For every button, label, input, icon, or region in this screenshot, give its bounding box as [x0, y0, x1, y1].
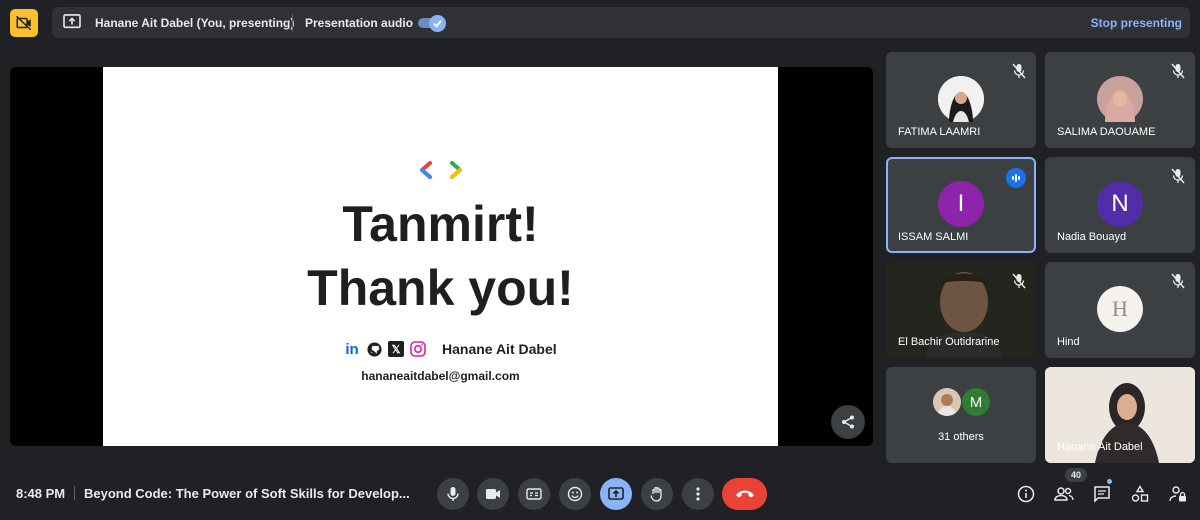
participant-tile-active-speaker[interactable]: I ISSAM SALMI [886, 157, 1036, 253]
chat-button[interactable] [1090, 482, 1114, 506]
toggle-knob [429, 15, 446, 32]
slide-title-line1: Tanmirt! [342, 196, 539, 252]
social-links: in 𝕏 Hanane Ait Dabel [344, 340, 557, 358]
participant-count-badge: 40 [1065, 468, 1087, 482]
others-avatar-initial: M [962, 388, 990, 416]
participant-name: El Bachir Outidrarine [898, 336, 1000, 348]
speaking-indicator-icon [1006, 168, 1026, 188]
linkedin-icon: in [345, 340, 359, 358]
participant-tile[interactable]: N Nadia Bouayd [1045, 157, 1195, 253]
presenter-name: Hanane Ait Dabel (You, presenting) [95, 16, 295, 30]
divider [292, 14, 293, 31]
slide-email: hananeaitdabel@gmail.com [361, 369, 520, 383]
leave-call-button[interactable] [722, 478, 767, 510]
reactions-button[interactable] [559, 478, 591, 510]
others-count: 31 others [938, 431, 984, 443]
presentation-audio-toggle[interactable] [418, 15, 446, 32]
share-button[interactable] [831, 405, 865, 439]
raise-hand-button[interactable] [641, 478, 673, 510]
mic-off-icon [1171, 273, 1185, 289]
participant-tile[interactable]: H Hind [1045, 262, 1195, 358]
info-icon [1017, 485, 1035, 503]
participant-name: Hanane Ait Dabel [1057, 441, 1143, 453]
participant-name: Nadia Bouayd [1057, 231, 1127, 243]
stop-presenting-button[interactable]: Stop presenting [1091, 16, 1182, 30]
x-twitter-icon: 𝕏 [388, 341, 404, 357]
meeting-title: Beyond Code: The Power of Soft Skills fo… [84, 486, 410, 501]
participant-tile-video[interactable]: El Bachir Outidrarine [886, 262, 1036, 358]
participant-name: SALIMA DAOUAME [1057, 126, 1156, 138]
participant-name: Hind [1057, 336, 1080, 348]
hang-up-icon [735, 490, 754, 498]
activities-button[interactable] [1128, 482, 1152, 506]
lock-person-icon [1169, 486, 1186, 502]
divider [74, 486, 75, 500]
check-icon [433, 20, 442, 28]
meeting-details-button[interactable] [1014, 482, 1038, 506]
avatar: I [938, 181, 984, 227]
others-tile[interactable]: M 31 others [886, 367, 1036, 463]
people-icon [1054, 487, 1074, 501]
participant-name: FATIMA LAAMRI [898, 126, 981, 138]
avatar [1097, 76, 1143, 122]
emoji-icon [567, 486, 583, 502]
microphone-button[interactable] [437, 478, 469, 510]
video-off-icon [15, 15, 32, 31]
camera-button[interactable] [477, 478, 509, 510]
participant-tile[interactable]: FATIMA LAAMRI [886, 52, 1036, 148]
activities-shapes-icon [1131, 485, 1149, 502]
share-icon [842, 415, 854, 429]
host-controls-button[interactable] [1166, 482, 1190, 506]
others-avatar-photo [933, 388, 961, 416]
presentation-audio-label: Presentation audio [305, 16, 414, 30]
presenting-bar: Hanane Ait Dabel (You, presenting) Prese… [52, 7, 1190, 38]
mic-off-icon [1171, 168, 1185, 184]
presentation-slide: Tanmirt! Thank you! in 𝕏 Hanane Ait Dabe… [103, 67, 778, 446]
github-icon [366, 341, 382, 357]
social-name: Hanane Ait Dabel [442, 341, 557, 357]
participant-name: ISSAM SALMI [898, 231, 969, 243]
people-button[interactable] [1052, 482, 1076, 506]
camera-off-indicator[interactable] [10, 9, 38, 37]
avatar [938, 76, 984, 122]
avatar: H [1097, 286, 1143, 332]
instagram-icon [410, 341, 426, 357]
avatar: N [1097, 181, 1143, 227]
present-now-button[interactable] [600, 478, 632, 510]
hand-icon [650, 486, 662, 502]
more-vert-icon [696, 487, 700, 501]
self-video-tile[interactable]: Hanane Ait Dabel [1045, 367, 1195, 463]
developer-logo-icon [420, 161, 462, 179]
clock: 8:48 PM [16, 486, 66, 501]
avatar-monogram: H [1112, 296, 1128, 321]
present-screen-icon [608, 487, 624, 500]
presentation-stage: Tanmirt! Thank you! in 𝕏 Hanane Ait Dabe… [10, 67, 873, 446]
mic-icon [447, 487, 459, 501]
captions-button[interactable] [518, 478, 550, 510]
bottom-control-bar: 8:48 PM Beyond Code: The Power of Soft S… [0, 468, 1200, 520]
chat-icon [1094, 486, 1110, 503]
top-bar: Hanane Ait Dabel (You, presenting) Prese… [0, 0, 1200, 46]
mic-off-icon [1012, 63, 1026, 79]
mic-off-icon [1171, 63, 1185, 79]
video-camera-icon [486, 489, 500, 499]
closed-captions-icon [526, 488, 542, 500]
present-screen-icon [63, 14, 81, 29]
mic-off-icon [1012, 273, 1026, 289]
participant-tile[interactable]: SALIMA DAOUAME [1045, 52, 1195, 148]
more-options-button[interactable] [682, 478, 714, 510]
slide-title-line2: Thank you! [307, 260, 574, 316]
